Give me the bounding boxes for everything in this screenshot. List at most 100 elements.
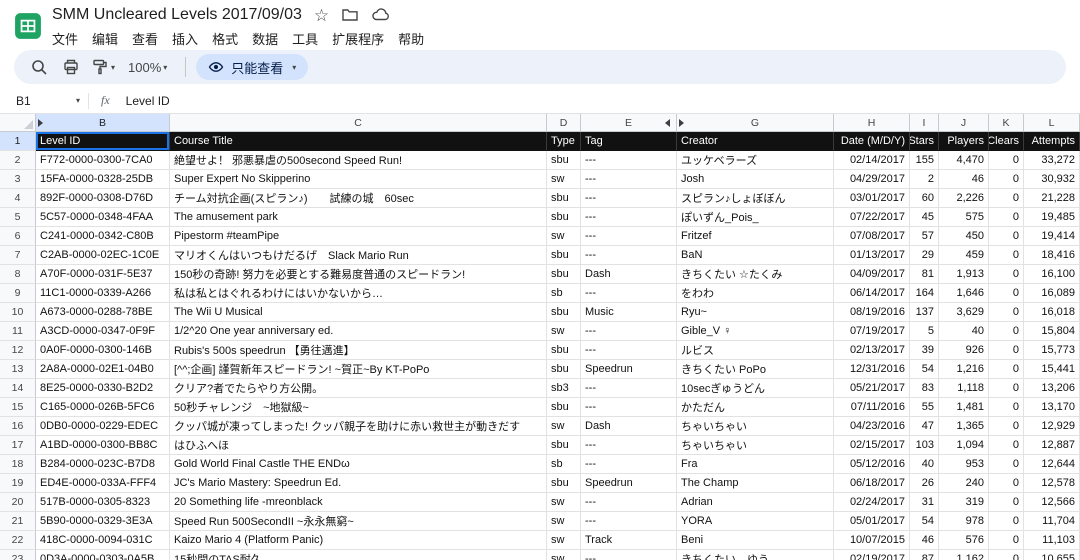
cell-G7[interactable]: BaN (677, 246, 834, 265)
cell-J7[interactable]: 459 (939, 246, 989, 265)
name-box[interactable]: B1 ▾ (0, 88, 88, 113)
cell-E23[interactable]: --- (581, 550, 677, 560)
cell-B18[interactable]: B284-0000-023C-B7D8 (36, 455, 170, 474)
cell-L2[interactable]: 33,272 (1024, 151, 1080, 170)
cell-K14[interactable]: 0 (989, 379, 1024, 398)
cell-I16[interactable]: 47 (910, 417, 939, 436)
cell-G22[interactable]: Beni (677, 531, 834, 550)
cell-B16[interactable]: 0DB0-0000-0229-EDEC (36, 417, 170, 436)
cell-G17[interactable]: ちゃいちゃい (677, 436, 834, 455)
cell-J22[interactable]: 576 (939, 531, 989, 550)
menu-item-file[interactable]: 文件 (45, 28, 85, 49)
cell-D20[interactable]: sw (547, 493, 581, 512)
cell-K17[interactable]: 0 (989, 436, 1024, 455)
cell-K9[interactable]: 0 (989, 284, 1024, 303)
row-number-18[interactable]: 18 (0, 455, 36, 474)
cell-C3[interactable]: Super Expert No Skipperino (170, 170, 547, 189)
cell-D3[interactable]: sw (547, 170, 581, 189)
column-header-G[interactable]: G (677, 114, 834, 131)
menu-item-edit[interactable]: 编辑 (85, 28, 125, 49)
cell-G12[interactable]: ルビス (677, 341, 834, 360)
cell-D6[interactable]: sw (547, 227, 581, 246)
column-header-D[interactable]: D (547, 114, 581, 131)
cell-K19[interactable]: 0 (989, 474, 1024, 493)
cell-B15[interactable]: C165-0000-026B-5FC6 (36, 398, 170, 417)
column-header-I[interactable]: I (910, 114, 939, 131)
row-number-12[interactable]: 12 (0, 341, 36, 360)
cell-K6[interactable]: 0 (989, 227, 1024, 246)
cell-J23[interactable]: 1,162 (939, 550, 989, 560)
cell-E2[interactable]: --- (581, 151, 677, 170)
cell-L11[interactable]: 15,804 (1024, 322, 1080, 341)
cell-G8[interactable]: きちくたい ☆たくみ (677, 265, 834, 284)
cell-D1[interactable]: Type (547, 132, 581, 151)
cell-I2[interactable]: 155 (910, 151, 939, 170)
cell-J13[interactable]: 1,216 (939, 360, 989, 379)
cell-H8[interactable]: 04/09/2017 (834, 265, 910, 284)
cell-C13[interactable]: [^^;企画] 謹賀新年スピードラン! ~賀正~By KT-PoPo (170, 360, 547, 379)
cell-H16[interactable]: 04/23/2016 (834, 417, 910, 436)
cell-E6[interactable]: --- (581, 227, 677, 246)
cell-J5[interactable]: 575 (939, 208, 989, 227)
row-number-21[interactable]: 21 (0, 512, 36, 531)
column-header-K[interactable]: K (989, 114, 1024, 131)
cell-L15[interactable]: 13,170 (1024, 398, 1080, 417)
cell-H3[interactable]: 04/29/2017 (834, 170, 910, 189)
menu-item-insert[interactable]: 插入 (165, 28, 205, 49)
cell-G5[interactable]: ぽいずん_Pois_ (677, 208, 834, 227)
cell-C20[interactable]: 20 Something life -mreonblack (170, 493, 547, 512)
cell-J2[interactable]: 4,470 (939, 151, 989, 170)
cell-H12[interactable]: 02/13/2017 (834, 341, 910, 360)
cell-H2[interactable]: 02/14/2017 (834, 151, 910, 170)
cell-B5[interactable]: 5C57-0000-0348-4FAA (36, 208, 170, 227)
row-number-20[interactable]: 20 (0, 493, 36, 512)
cell-G13[interactable]: きちくたい PoPo (677, 360, 834, 379)
cell-B19[interactable]: ED4E-0000-033A-FFF4 (36, 474, 170, 493)
cell-B6[interactable]: C241-0000-0342-C80B (36, 227, 170, 246)
cell-L16[interactable]: 12,929 (1024, 417, 1080, 436)
cell-L21[interactable]: 11,704 (1024, 512, 1080, 531)
cell-J21[interactable]: 978 (939, 512, 989, 531)
cell-C22[interactable]: Kaizo Mario 4 (Platform Panic) (170, 531, 547, 550)
cell-L18[interactable]: 12,644 (1024, 455, 1080, 474)
menu-item-format[interactable]: 格式 (205, 28, 245, 49)
cell-B4[interactable]: 892F-0000-0308-D76D (36, 189, 170, 208)
cell-G2[interactable]: ユッケベラーズ (677, 151, 834, 170)
cell-B20[interactable]: 517B-0000-0305-8323 (36, 493, 170, 512)
cell-K4[interactable]: 0 (989, 189, 1024, 208)
cell-G1[interactable]: Creator (677, 132, 834, 151)
cell-C14[interactable]: クリア?者でたらやり方公開。 (170, 379, 547, 398)
cell-E17[interactable]: --- (581, 436, 677, 455)
cell-H9[interactable]: 06/14/2017 (834, 284, 910, 303)
cell-J1[interactable]: Players (939, 132, 989, 151)
cell-J11[interactable]: 40 (939, 322, 989, 341)
cell-D22[interactable]: sw (547, 531, 581, 550)
cell-E15[interactable]: --- (581, 398, 677, 417)
cell-D7[interactable]: sbu (547, 246, 581, 265)
cell-K7[interactable]: 0 (989, 246, 1024, 265)
search-button[interactable] (24, 54, 54, 80)
cell-K10[interactable]: 0 (989, 303, 1024, 322)
menu-item-extensions[interactable]: 扩展程序 (325, 28, 391, 49)
cell-L10[interactable]: 16,018 (1024, 303, 1080, 322)
cell-L4[interactable]: 21,228 (1024, 189, 1080, 208)
cell-D4[interactable]: sbu (547, 189, 581, 208)
cell-C1[interactable]: Course Title (170, 132, 547, 151)
cell-L20[interactable]: 12,566 (1024, 493, 1080, 512)
cell-I3[interactable]: 2 (910, 170, 939, 189)
cell-C9[interactable]: 私は私とはぐれるわけにはいかないから… (170, 284, 547, 303)
cell-H14[interactable]: 05/21/2017 (834, 379, 910, 398)
cell-J6[interactable]: 450 (939, 227, 989, 246)
cell-H17[interactable]: 02/15/2017 (834, 436, 910, 455)
cell-B8[interactable]: A70F-0000-031F-5E37 (36, 265, 170, 284)
cell-H15[interactable]: 07/11/2016 (834, 398, 910, 417)
cell-H1[interactable]: Date (M/D/Y) (834, 132, 910, 151)
cell-I15[interactable]: 55 (910, 398, 939, 417)
cell-C11[interactable]: 1/2^20 One year anniversary ed. (170, 322, 547, 341)
cell-E22[interactable]: Track (581, 531, 677, 550)
row-number-4[interactable]: 4 (0, 189, 36, 208)
cell-C19[interactable]: JC's Mario Mastery: Speedrun Ed. (170, 474, 547, 493)
cell-I1[interactable]: Stars (910, 132, 939, 151)
hidden-column-a-icon[interactable] (38, 119, 43, 127)
cell-B11[interactable]: A3CD-0000-0347-0F9F (36, 322, 170, 341)
